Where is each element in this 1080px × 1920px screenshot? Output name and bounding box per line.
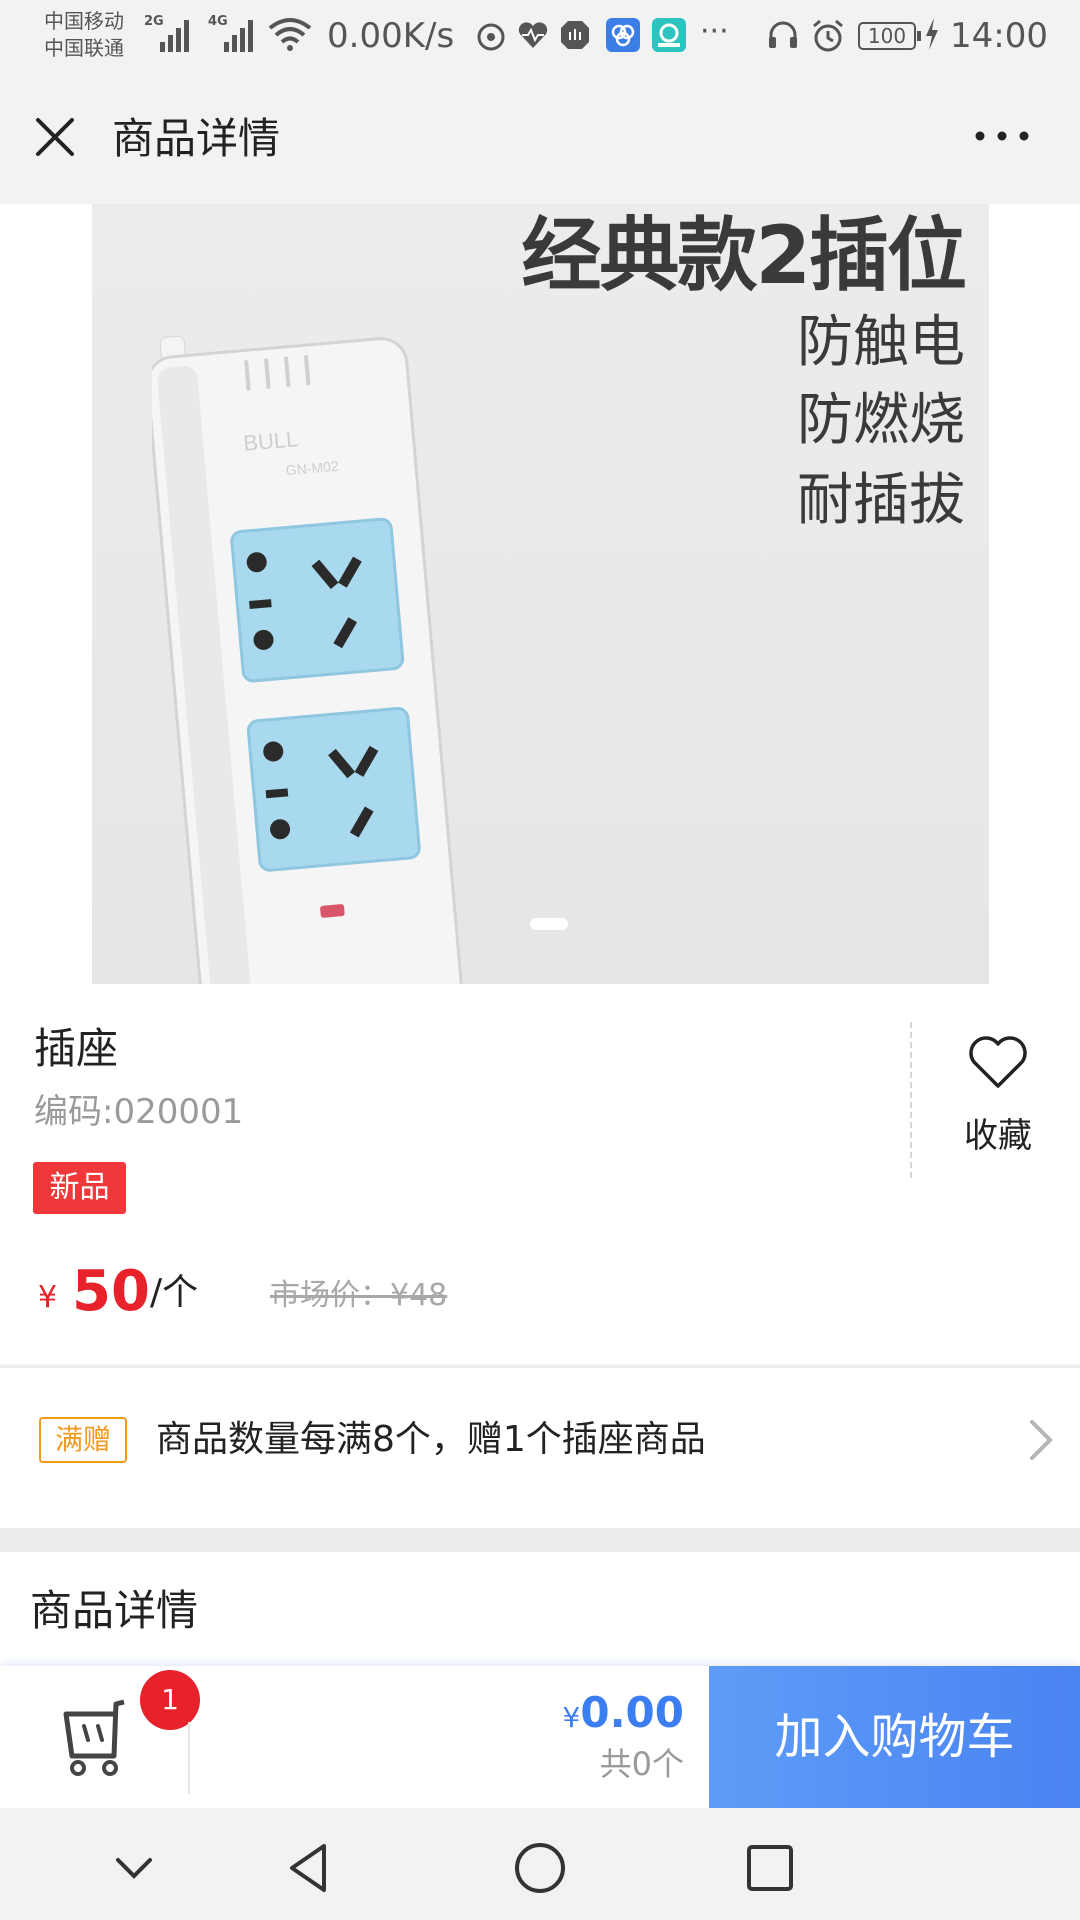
app-icon-blue <box>606 18 640 52</box>
signal-icon-1 <box>160 18 196 52</box>
status-bar: 中国移动 中国联通 2G 4G 0.00K/s ··· 100 14:00 <box>0 0 1080 76</box>
weibo-icon <box>477 23 505 51</box>
page-title: 商品详情 <box>112 114 281 163</box>
product-name: 插座 <box>34 1024 119 1073</box>
recents-icon[interactable] <box>740 1838 800 1898</box>
carrier-1: 中国移动 <box>44 9 124 33</box>
details-section: 商品详情 <box>0 1552 1080 1672</box>
signal-icon-2 <box>224 18 260 52</box>
headset-icon <box>769 21 797 48</box>
shield-icon <box>561 21 589 49</box>
chevron-right-icon <box>1030 1420 1053 1460</box>
divider <box>910 1022 912 1178</box>
cart-total: ¥0.00 共0个 <box>563 1688 684 1785</box>
carousel-indicator[interactable] <box>530 918 568 930</box>
wifi-icon <box>268 18 312 51</box>
section-gap <box>0 1528 1080 1552</box>
divider <box>188 1722 190 1794</box>
price-unit: /个 <box>150 1272 199 1313</box>
details-heading: 商品详情 <box>30 1586 199 1635</box>
heart-icon <box>969 1036 1027 1088</box>
new-badge: 新品 <box>33 1162 126 1214</box>
promotion-tag: 满赠 <box>39 1417 127 1463</box>
carrier-2: 中国联通 <box>44 36 124 60</box>
favorite-button[interactable]: 收藏 <box>948 1034 1048 1164</box>
market-price: 市场价：¥48 <box>270 1278 448 1313</box>
svg-text:BULL: BULL <box>242 426 299 456</box>
hero-feature-3: 耐插拔 <box>797 468 965 533</box>
product-code: 编码:020001 <box>34 1092 244 1132</box>
net-speed: 0.00K/s <box>327 16 455 56</box>
cart-total-currency: ¥ <box>562 1701 581 1734</box>
cart-icon[interactable] <box>58 1696 132 1778</box>
more-options-icon[interactable] <box>970 116 1034 156</box>
home-icon[interactable] <box>510 1838 570 1898</box>
product-image: BULL GN-M02 经典款2插位 防触电 防燃烧 耐插拔 <box>92 204 989 984</box>
battery-indicator: 100 <box>858 22 921 50</box>
power-strip-image: BULL GN-M02 <box>152 335 465 984</box>
price-value: 50 <box>72 1259 150 1324</box>
back-icon[interactable] <box>280 1838 340 1898</box>
price-row: ¥ 50 /个 市场价：¥48 <box>38 1254 638 1334</box>
price-currency: ¥ <box>38 1280 58 1315</box>
product-image-carousel[interactable]: BULL GN-M02 经典款2插位 防触电 防燃烧 耐插拔 <box>0 204 1080 984</box>
product-info: 插座 编码:020001 新品 收藏 ¥ 50 /个 市场价：¥48 <box>0 984 1080 1364</box>
hero-headline: 经典款2插位 <box>521 209 967 302</box>
promotion-text: 商品数量每满8个，赠1个插座商品 <box>156 1419 706 1460</box>
charging-icon <box>926 18 938 50</box>
favorite-label: 收藏 <box>964 1116 1032 1156</box>
cart-bar: 1 ¥0.00 共0个 加入购物车 <box>0 1666 1080 1808</box>
system-nav-bar <box>0 1808 1080 1920</box>
cart-total-value: 0.00 <box>580 1688 684 1737</box>
chevron-down-icon[interactable] <box>104 1838 164 1898</box>
hero-feature-2: 防燃烧 <box>797 388 965 453</box>
cart-item-count: 共0个 <box>599 1745 684 1783</box>
notification-overflow: ··· <box>700 14 729 49</box>
cart-count-badge: 1 <box>140 1670 200 1730</box>
health-icon <box>518 22 548 48</box>
app-header: 商品详情 <box>0 76 1080 204</box>
alarm-icon <box>813 19 843 52</box>
promotion-row[interactable]: 满赠 商品数量每满8个，赠1个插座商品 <box>0 1366 1080 1528</box>
app-icon-teal <box>652 18 686 52</box>
add-to-cart-button[interactable]: 加入购物车 <box>709 1666 1080 1808</box>
status-time: 14:00 <box>950 16 1048 56</box>
close-icon[interactable] <box>30 112 80 162</box>
hero-feature-1: 防触电 <box>797 310 965 375</box>
carrier-labels: 中国移动 中国联通 <box>44 8 124 62</box>
